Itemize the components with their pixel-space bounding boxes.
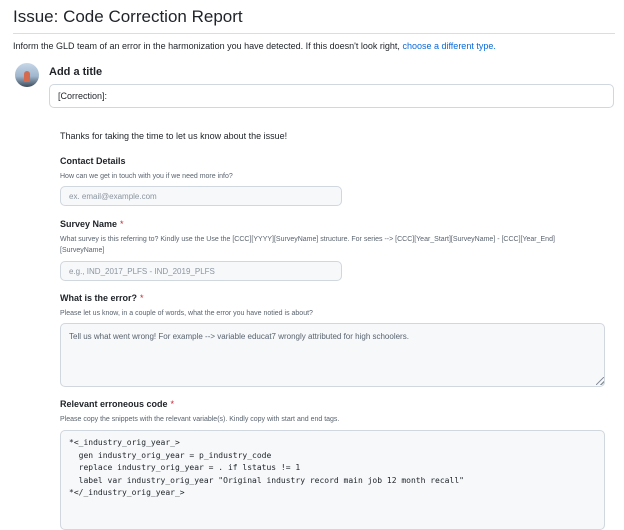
code-line: gen industry_orig_year = p_industry_code (69, 450, 272, 460)
code-description: Please copy the snippets with the releva… (60, 416, 340, 423)
error-label: What is the error? * (60, 293, 144, 303)
required-marker: * (170, 399, 175, 409)
error-label-text: What is the error? (60, 293, 138, 303)
contact-details-label: Contact Details (60, 156, 126, 166)
avatar-figure (24, 71, 30, 82)
survey-name-description: What survey is this referring to? Kindly… (60, 236, 555, 254)
contact-details-input[interactable] (60, 186, 342, 206)
error-textarea[interactable] (60, 323, 605, 387)
intro-message: Inform the GLD team of an error in the h… (13, 41, 403, 51)
code-line: label var industry_orig_year "Original i… (69, 475, 464, 485)
page-title: Issue: Code Correction Report (13, 7, 243, 26)
survey-name-input[interactable] (60, 261, 342, 281)
code-label: Relevant erroneous code * (60, 399, 174, 409)
choose-different-type-link[interactable]: choose a different type. (402, 41, 495, 51)
code-label-text: Relevant erroneous code (60, 399, 168, 409)
survey-name-label: Survey Name * (60, 219, 124, 229)
survey-name-label-text: Survey Name (60, 219, 118, 229)
intro-text: Inform the GLD team of an error in the h… (13, 41, 496, 51)
resize-handle-icon[interactable] (596, 377, 604, 385)
code-textarea[interactable]: *<_industry_orig_year_> gen industry_ori… (60, 430, 605, 530)
title-divider (13, 33, 615, 34)
thanks-message: Thanks for taking the time to let us kno… (60, 131, 288, 141)
error-description: Please let us know, in a couple of words… (60, 310, 313, 317)
issue-title-input[interactable] (49, 84, 614, 108)
required-marker: * (120, 219, 124, 229)
required-marker: * (140, 293, 144, 303)
code-line: *</_industry_orig_year_> (69, 488, 185, 497)
add-title-label: Add a title (49, 66, 103, 78)
avatar (15, 63, 39, 87)
code-line: *<_industry_orig_year_> (69, 438, 180, 447)
contact-details-description: How can we get in touch with you if we n… (60, 173, 233, 180)
code-line: replace industry_orig_year = . if lstatu… (69, 463, 301, 472)
